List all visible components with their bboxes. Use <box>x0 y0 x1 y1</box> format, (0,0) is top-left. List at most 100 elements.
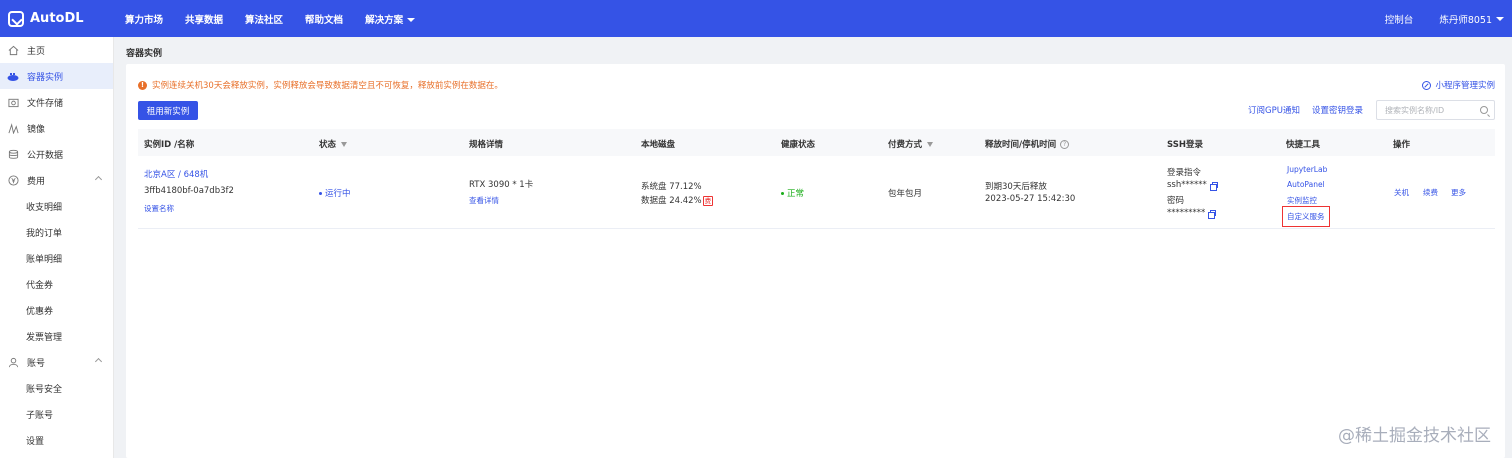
release-time: 2023-05-27 15:42:30 <box>985 194 1076 204</box>
column-label: 释放时间/停机时间 <box>985 140 1057 150</box>
database-icon <box>7 148 19 160</box>
user-menu[interactable]: 炼丹师8051 <box>1439 12 1504 26</box>
sidebar-item-label: 容器实例 <box>27 72 64 83</box>
shutdown-button[interactable]: 关机 <box>1394 187 1409 198</box>
mini-program-link[interactable]: 小程序管理实例 <box>1422 79 1495 91</box>
user-name: 炼丹师8051 <box>1439 14 1492 26</box>
sidebar-group-account[interactable]: 账号 <box>0 349 113 375</box>
subscribe-gpu-link[interactable]: 订阅GPU通知 <box>1248 104 1300 116</box>
health-status: 正常 <box>781 187 804 199</box>
sidebar: 主页 容器实例 文件存储 镜像 公开数据 费用 收支明细 我的订单 账单明细 代… <box>0 37 114 458</box>
nav-algorithm-community[interactable]: 算法社区 <box>245 12 283 26</box>
ssh-password: ********* <box>1167 208 1217 219</box>
search-input[interactable] <box>1385 105 1475 115</box>
ssh-password-label: 密码 <box>1167 196 1185 206</box>
sidebar-item-vouchers[interactable]: 代金券 <box>0 271 113 297</box>
help-icon[interactable]: ? <box>1060 139 1070 149</box>
home-icon <box>7 44 19 56</box>
chevron-down-icon <box>407 18 416 22</box>
col-local-disk: 本地磁盘 <box>641 138 675 150</box>
sidebar-group-billing[interactable]: 费用 <box>0 167 113 193</box>
health-text: 正常 <box>787 189 805 199</box>
fee-tag[interactable]: 费 <box>702 196 714 206</box>
tool-custom-service[interactable]: 自定义服务 <box>1282 206 1330 227</box>
sidebar-item-images[interactable]: 镜像 <box>0 115 113 141</box>
col-billing: 付费方式 <box>888 138 934 150</box>
spec-detail-link[interactable]: 查看详情 <box>469 195 499 206</box>
sidebar-item-file-storage[interactable]: 文件存储 <box>0 89 113 115</box>
table-row: 北京A区 / 648机 3ffb4180bf-0a7db3f2 设置名称 运行中… <box>138 156 1495 229</box>
container-icon <box>7 70 19 82</box>
ssh-command-label: 登录指令 <box>1167 168 1202 178</box>
col-health: 健康状态 <box>781 138 815 150</box>
col-status: 状态 <box>319 138 348 150</box>
nav-compute-market[interactable]: 算力市场 <box>125 12 163 26</box>
nav-solutions-label: 解决方案 <box>365 14 404 26</box>
filter-icon[interactable] <box>927 141 934 147</box>
release-policy: 到期30天后释放 <box>985 182 1047 192</box>
data-disk-text: 数据盘 24.42% <box>641 196 702 206</box>
console-link[interactable]: 控制台 <box>1385 12 1414 26</box>
rent-new-instance-button[interactable]: 租用新实例 <box>138 101 198 120</box>
autodl-logo[interactable]: AutoDL <box>8 10 125 27</box>
filter-icon[interactable] <box>341 141 348 147</box>
watermark-text: @稀土掘金技术社区 <box>1338 426 1491 446</box>
sidebar-item-sub-accounts[interactable]: 子账号 <box>0 401 113 427</box>
sidebar-item-public-data[interactable]: 公开数据 <box>0 141 113 167</box>
user-icon <box>7 356 19 368</box>
sidebar-item-container-instance[interactable]: 容器实例 <box>0 63 113 89</box>
sidebar-item-invoices[interactable]: 发票管理 <box>0 323 113 349</box>
column-label: 付费方式 <box>888 140 923 150</box>
sidebar-item-account-security[interactable]: 账号安全 <box>0 375 113 401</box>
sidebar-item-label: 文件存储 <box>27 98 64 109</box>
sidebar-item-my-orders[interactable]: 我的订单 <box>0 219 113 245</box>
ssh-command: ssh****** <box>1167 180 1218 191</box>
folder-icon <box>7 96 19 108</box>
data-disk-usage: 数据盘 24.42% 费 <box>641 194 714 206</box>
column-label: 规格详情 <box>469 140 504 150</box>
sidebar-item-label: 镜像 <box>27 124 46 135</box>
health-dot-icon <box>781 192 784 195</box>
column-label: 操作 <box>1393 140 1411 150</box>
set-key-login-link[interactable]: 设置密钥登录 <box>1312 104 1363 116</box>
sidebar-item-home[interactable]: 主页 <box>0 37 113 63</box>
ssh-command-value: ssh****** <box>1167 180 1207 190</box>
set-name-link[interactable]: 设置名称 <box>144 203 174 214</box>
copy-icon[interactable] <box>1208 209 1217 219</box>
chevron-up-icon <box>94 175 103 184</box>
nav-shared-data[interactable]: 共享数据 <box>185 12 223 26</box>
sidebar-item-label: 账号 <box>27 358 46 369</box>
ssh-password-value: ********* <box>1167 208 1206 218</box>
tool-autopanel[interactable]: AutoPanel <box>1287 180 1325 189</box>
search-icon[interactable] <box>1480 106 1488 114</box>
sidebar-item-label: 主页 <box>27 46 46 57</box>
instance-id: 3ffb4180bf-0a7db3f2 <box>144 186 234 196</box>
top-nav: 算力市场 共享数据 算法社区 帮助文档 解决方案 <box>125 12 437 26</box>
nav-help-docs[interactable]: 帮助文档 <box>305 12 343 26</box>
column-label: SSH登录 <box>1167 140 1203 150</box>
tool-instance-monitor[interactable]: 实例监控 <box>1287 195 1317 206</box>
copy-icon[interactable] <box>1209 181 1218 191</box>
status-badge: 运行中 <box>319 187 351 199</box>
sidebar-item-label: 公开数据 <box>27 150 64 161</box>
column-label: 健康状态 <box>781 140 816 150</box>
sidebar-item-settings[interactable]: 设置 <box>0 427 113 453</box>
nav-solutions-dropdown[interactable]: 解决方案 <box>365 12 416 26</box>
col-quick-tools: 快捷工具 <box>1286 138 1320 150</box>
column-label: 本地磁盘 <box>641 140 676 150</box>
col-ssh: SSH登录 <box>1167 138 1203 150</box>
column-label: 快捷工具 <box>1286 140 1321 150</box>
sidebar-item-bill-details[interactable]: 账单明细 <box>0 245 113 271</box>
warning-icon: ! <box>138 80 147 90</box>
search-box <box>1376 100 1495 120</box>
renew-button[interactable]: 续费 <box>1423 187 1438 198</box>
system-disk-usage: 系统盘 77.12% <box>641 182 702 192</box>
sidebar-item-coupons[interactable]: 优惠券 <box>0 297 113 323</box>
chevron-down-icon <box>1496 16 1504 21</box>
tool-jupyterlab[interactable]: JupyterLab <box>1287 165 1327 174</box>
more-button[interactable]: 更多 <box>1451 187 1466 198</box>
sidebar-item-transactions[interactable]: 收支明细 <box>0 193 113 219</box>
mini-program-label: 小程序管理实例 <box>1435 81 1495 91</box>
status-text: 运行中 <box>325 189 351 199</box>
instance-region[interactable]: 北京A区 / 648机 <box>144 168 208 180</box>
